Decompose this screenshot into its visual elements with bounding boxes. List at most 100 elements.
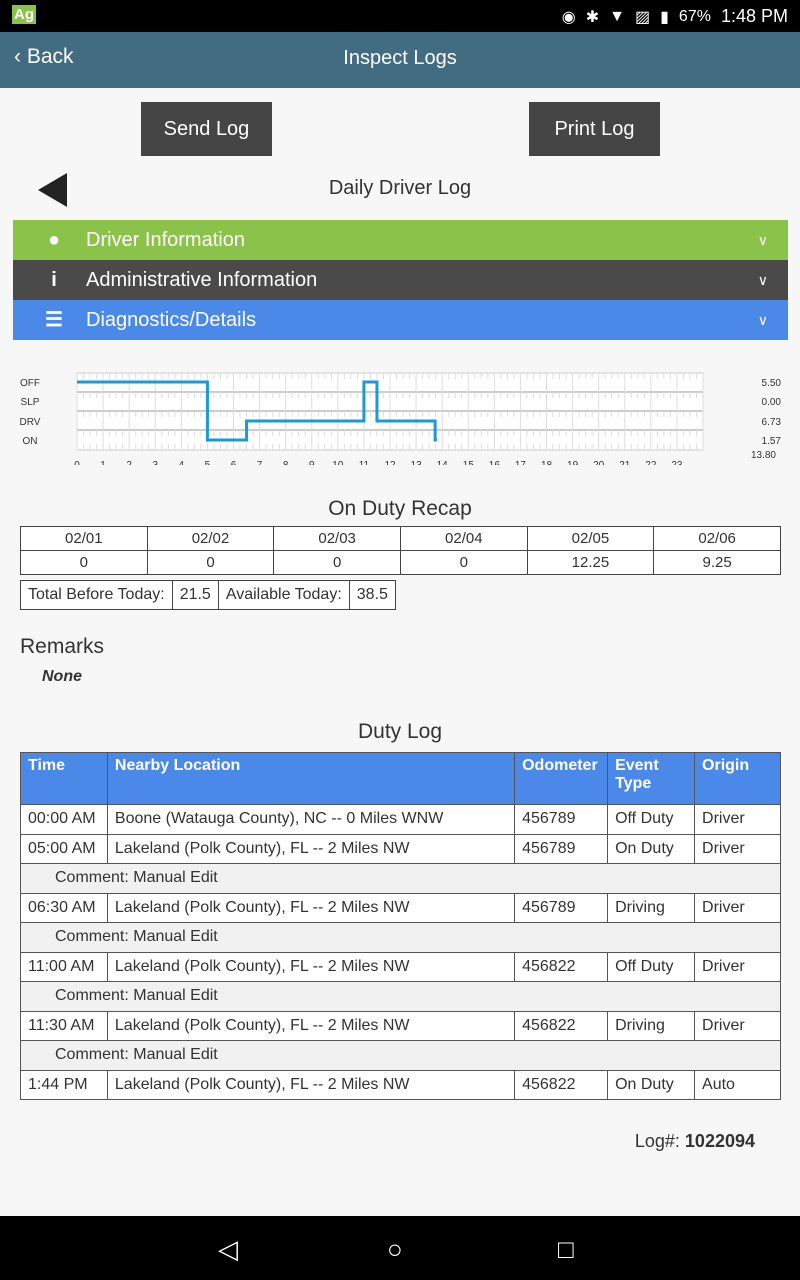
- print-log-button[interactable]: Print Log: [529, 102, 660, 156]
- available-value: 38.5: [356, 586, 388, 603]
- available-label: Available Today:: [219, 581, 350, 609]
- x-tick-label: 6: [231, 460, 237, 465]
- comment-row: Comment: Manual Edit: [20, 922, 781, 953]
- cell-odo: 456789: [514, 804, 609, 835]
- recap-value: 0: [146, 550, 275, 575]
- recap-date: 02/05: [526, 526, 655, 551]
- x-tick-label: 4: [179, 460, 185, 465]
- cell-loc: Lakeland (Polk County), FL -- 2 Miles NW: [106, 951, 516, 982]
- page-title: Inspect Logs: [343, 47, 457, 69]
- section-diagnostics-details[interactable]: ☰ Diagnostics/Details ∨: [13, 300, 788, 340]
- cell-loc: Lakeland (Polk County), FL -- 2 Miles NW: [106, 892, 516, 923]
- section-label: Administrative Information: [86, 269, 318, 291]
- comment: Comment: Manual Edit: [20, 863, 781, 894]
- cell-event: Driving: [607, 892, 696, 923]
- x-tick-label: 17: [515, 460, 527, 465]
- android-nav-bar: ◁ ○ □: [0, 1216, 800, 1280]
- recap-value: 0: [20, 550, 148, 575]
- recap-value: 0: [399, 550, 528, 575]
- recap-table: 02/01 02/02 02/03 02/04 02/05 02/06 0 0 0 0 12.25 9…: [20, 526, 781, 575]
- cell-origin: Driver: [694, 833, 781, 864]
- x-tick-label: 5: [205, 460, 211, 465]
- column-header[interactable]: Origin: [694, 752, 781, 805]
- log-number-label: Log#:: [634, 1131, 680, 1151]
- status-total: 1.57: [762, 436, 782, 447]
- cell-event: Off Duty: [607, 804, 696, 835]
- log-title: Daily Driver Log: [328, 177, 472, 199]
- recents-nav-icon[interactable]: □: [558, 1234, 574, 1265]
- recap-value: 12.25: [526, 550, 655, 575]
- battery-level: 67%: [678, 7, 711, 25]
- x-tick-label: 14: [437, 460, 449, 465]
- column-header[interactable]: Odometer: [514, 752, 609, 805]
- cell-time: 1:44 PM: [20, 1069, 108, 1100]
- user-icon: ●: [47, 229, 61, 251]
- comment-row: Comment: Manual Edit: [20, 981, 781, 1012]
- status-label: DRV: [20, 417, 41, 428]
- recap-title: On Duty Recap: [328, 497, 472, 520]
- x-tick-label: 3: [152, 460, 158, 465]
- section-administrative-information[interactable]: i Administrative Information ∨: [13, 260, 788, 300]
- recap-date: 02/04: [399, 526, 528, 551]
- recap-date: 02/02: [146, 526, 275, 551]
- column-header[interactable]: Time: [20, 752, 108, 805]
- recap-date: 02/03: [273, 526, 401, 551]
- section-label: Diagnostics/Details: [86, 309, 257, 331]
- cell-time: 00:00 AM: [20, 804, 108, 835]
- cell-odo: 456789: [514, 833, 609, 864]
- cell-time: 05:00 AM: [20, 833, 108, 864]
- no-sim-icon: ▨: [634, 8, 651, 26]
- x-tick-label: 22: [645, 460, 657, 465]
- x-tick-label: 21: [619, 460, 631, 465]
- comment: Comment: Manual Edit: [20, 981, 781, 1012]
- back-nav-icon[interactable]: ◁: [218, 1234, 238, 1265]
- remarks-title: Remarks: [20, 635, 105, 658]
- total-before-value: 21.5: [173, 581, 219, 609]
- column-header[interactable]: Nearby Location: [106, 752, 516, 805]
- home-nav-icon[interactable]: ○: [387, 1234, 403, 1265]
- cell-loc: Lakeland (Polk County), FL -- 2 Miles NW: [106, 1069, 516, 1100]
- table-row: 11:00 AM Lakeland (Polk County), FL -- 2 …: [20, 951, 781, 982]
- status-total: 0.00: [762, 397, 782, 408]
- x-tick-label: 20: [593, 460, 605, 465]
- cell-loc: Lakeland (Polk County), FL -- 2 Miles NW: [106, 833, 516, 864]
- chevron-down-icon: ∨: [757, 312, 768, 328]
- recap-date: 02/06: [653, 526, 781, 551]
- x-tick-label: 0: [74, 460, 80, 465]
- x-tick-label: 18: [541, 460, 553, 465]
- cell-origin: Auto: [694, 1069, 781, 1100]
- cell-event: Off Duty: [607, 951, 696, 982]
- bluetooth-icon: ✱: [585, 8, 600, 26]
- log-number: Log#: 1022094: [635, 1131, 755, 1152]
- section-driver-information[interactable]: ● Driver Information ∨: [13, 220, 788, 260]
- log-number-value: 1022094: [684, 1131, 755, 1151]
- comment-row: Comment: Manual Edit: [20, 863, 781, 894]
- info-icon: i: [51, 269, 57, 291]
- cell-loc: Lakeland (Polk County), FL -- 2 Miles NW: [106, 1010, 516, 1041]
- cell-event: On Duty: [607, 833, 696, 864]
- x-tick-label: 8: [283, 460, 289, 465]
- table-row: 00:00 AM Boone (Watauga County), NC -- 0 …: [20, 804, 781, 835]
- duty-log-title: Duty Log: [357, 720, 443, 743]
- column-header[interactable]: Event Type: [607, 752, 696, 805]
- comment: Comment: Manual Edit: [20, 1040, 781, 1071]
- x-tick-label: 15: [463, 460, 475, 465]
- cell-time: 06:30 AM: [20, 892, 108, 923]
- location-icon: ◉: [561, 8, 576, 26]
- table-row: 1:44 PM Lakeland (Polk County), FL -- 2 M…: [20, 1069, 781, 1100]
- send-log-button[interactable]: Send Log: [141, 102, 272, 156]
- recap-date: 02/01: [20, 526, 148, 551]
- comment-row: Comment: Manual Edit: [20, 1040, 781, 1071]
- duty-log-table: Time Nearby Location Odometer Event Type Ori…: [20, 752, 781, 1100]
- x-tick-label: 19: [567, 460, 579, 465]
- cell-odo: 456789: [514, 892, 609, 923]
- cell-event: Driving: [607, 1010, 696, 1041]
- grand-total: 13.80: [751, 450, 776, 461]
- x-tick-label: 1: [100, 460, 106, 465]
- duty-status-graph: OFF5.50SLP0.00DRV6.73ON1.5713.8001234567…: [20, 372, 782, 465]
- cell-time: 11:00 AM: [20, 951, 108, 982]
- x-tick-label: 16: [489, 460, 501, 465]
- status-total: 5.50: [762, 378, 782, 389]
- cell-origin: Driver: [694, 804, 781, 835]
- chevron-down-icon: ∨: [757, 272, 768, 288]
